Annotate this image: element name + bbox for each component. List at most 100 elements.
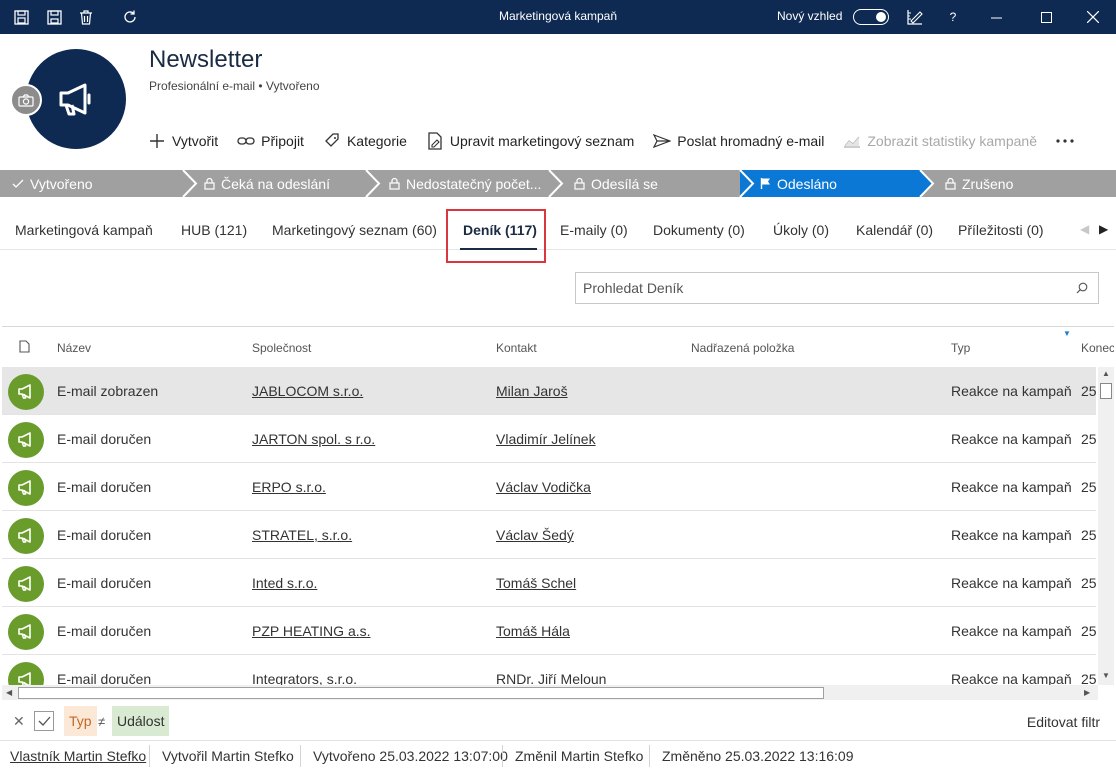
maximize-button[interactable]	[1035, 6, 1057, 28]
campaign-stats-button[interactable]: Zobrazit statistiky kampaně	[843, 132, 1037, 150]
tab-documents[interactable]: Dokumenty (0)	[653, 222, 745, 238]
category-button[interactable]: Kategorie	[323, 132, 407, 150]
stage-insufficient[interactable]: Nedostatečný počet...	[389, 170, 541, 197]
cell-contact-link[interactable]: Vladimír Jelínek	[496, 431, 596, 447]
toggle-knob	[876, 12, 886, 22]
campaign-response-icon	[8, 470, 44, 506]
cell-company-link[interactable]: STRATEL, s.r.o.	[252, 527, 352, 543]
save-icon[interactable]	[45, 8, 63, 26]
journal-grid: Název Společnost Kontakt Nadřazená polož…	[2, 326, 1114, 700]
table-row[interactable]: E-mail doručen ERPO s.r.o. Václav Vodičk…	[2, 463, 1097, 511]
new-look-toggle[interactable]	[853, 9, 889, 25]
created-date: Vytvořeno 25.03.2022 13:07:00	[313, 748, 508, 764]
close-button[interactable]	[1082, 6, 1104, 28]
search-input[interactable]	[576, 273, 1066, 303]
edit-marketing-list-button[interactable]: Upravit marketingový seznam	[426, 132, 634, 150]
grid-header: Název Společnost Kontakt Nadřazená polož…	[2, 327, 1114, 367]
new-look-label: Nový vzhled	[777, 9, 843, 23]
cell-name: E-mail doručen	[57, 431, 152, 447]
stage-cancelled[interactable]: Zrušeno	[945, 170, 1013, 197]
edit-marketing-list-label: Upravit marketingový seznam	[449, 133, 635, 149]
cell-company-link[interactable]: JABLOCOM s.r.o.	[252, 383, 363, 399]
vertical-scrollbar[interactable]: ▲ ▼	[1098, 367, 1114, 685]
scroll-up-icon[interactable]: ▲	[1102, 369, 1110, 378]
table-row[interactable]: E-mail doručen STRATEL, s.r.o. Václav Še…	[2, 511, 1097, 559]
scroll-right-icon[interactable]: ▶	[1084, 688, 1090, 697]
scroll-left-icon[interactable]: ◀	[6, 688, 12, 697]
cell-company-link[interactable]: ERPO s.r.o.	[252, 479, 326, 495]
cell-company-link[interactable]: PZP HEATING a.s.	[252, 623, 371, 639]
tab-marketing-list[interactable]: Marketingový seznam (60)	[272, 222, 437, 238]
campaign-response-icon	[8, 614, 44, 650]
tab-tasks[interactable]: Úkoly (0)	[773, 222, 829, 238]
stage-sent[interactable]: Odesláno	[760, 170, 837, 197]
tab-calendar[interactable]: Kalendář (0)	[856, 222, 933, 238]
tab-scroll-left-icon[interactable]: ◀	[1080, 222, 1089, 236]
horizontal-scrollbar[interactable]: ◀ ▶	[2, 685, 1098, 700]
tab-emails[interactable]: E-maily (0)	[560, 222, 628, 238]
table-row[interactable]: E-mail doručen JARTON spol. s r.o. Vladi…	[2, 415, 1097, 463]
created-by: Vytvořil Martin Stefko	[162, 748, 294, 764]
owner-link[interactable]: Vlastník Martin Stefko	[10, 748, 146, 764]
cell-end: 25	[1081, 431, 1097, 447]
send-mass-email-label: Poslat hromadný e-mail	[677, 133, 825, 149]
table-row[interactable]: E-mail doručen PZP HEATING a.s. Tomáš Há…	[2, 607, 1097, 655]
col-end[interactable]: Konec	[1081, 341, 1114, 355]
clear-filter-icon[interactable]: ✕	[13, 713, 25, 730]
send-icon	[653, 132, 672, 150]
filter-enabled-checkbox[interactable]	[34, 711, 54, 731]
vertical-scroll-thumb[interactable]	[1100, 383, 1112, 399]
cell-type: Reakce na kampaň	[951, 383, 1072, 399]
create-button[interactable]: Vytvořit	[148, 132, 218, 150]
cell-contact-link[interactable]: Tomáš Hála	[496, 623, 570, 639]
chart-icon	[843, 132, 861, 150]
cell-contact-link[interactable]: Milan Jaroš	[496, 383, 568, 399]
col-contact[interactable]: Kontakt	[496, 341, 537, 355]
cell-contact-link[interactable]: Václav Vodička	[496, 479, 591, 495]
col-type[interactable]: Typ	[951, 341, 970, 355]
table-row[interactable]: E-mail doručen Inted s.r.o. Tomáš Schel …	[2, 559, 1097, 607]
ruler-pen-icon[interactable]	[906, 8, 924, 26]
flag-icon	[760, 178, 770, 189]
cell-company-link[interactable]: JARTON spol. s r.o.	[252, 431, 375, 447]
minimize-button[interactable]	[985, 6, 1007, 28]
cell-contact-link[interactable]: Tomáš Schel	[496, 575, 576, 591]
delete-icon[interactable]	[77, 8, 95, 26]
stage-created[interactable]: Vytvořeno	[12, 170, 93, 197]
col-parent[interactable]: Nadřazená položka	[691, 341, 794, 355]
filter-operator: ≠	[98, 713, 106, 729]
tab-highlight-box	[446, 209, 546, 263]
tab-hub[interactable]: HUB (121)	[181, 222, 247, 238]
refresh-icon[interactable]	[121, 8, 139, 26]
cell-contact-link[interactable]: Václav Šedý	[496, 527, 574, 543]
category-label: Kategorie	[346, 133, 407, 149]
scroll-down-icon[interactable]: ▼	[1102, 671, 1110, 680]
col-company[interactable]: Společnost	[252, 341, 311, 355]
cell-type: Reakce na kampaň	[951, 431, 1072, 447]
cell-name: E-mail doručen	[57, 623, 152, 639]
save-close-icon[interactable]	[12, 8, 30, 26]
filter-field[interactable]: Typ	[64, 706, 97, 736]
cell-name: E-mail doručen	[57, 527, 152, 543]
campaign-response-icon	[8, 566, 44, 602]
tab-scroll-right-icon[interactable]: ▶	[1099, 222, 1108, 236]
change-photo-button[interactable]	[10, 84, 42, 116]
filter-value[interactable]: Událost	[112, 706, 170, 736]
cell-company-link[interactable]: Inted s.r.o.	[252, 575, 317, 591]
horizontal-scroll-thumb[interactable]	[18, 687, 824, 699]
stage-waiting[interactable]: Čeká na odeslání	[204, 170, 330, 197]
attach-button[interactable]: Připojit	[237, 132, 304, 150]
cell-end: 25	[1081, 479, 1097, 495]
cell-end: 25	[1081, 623, 1097, 639]
col-name[interactable]: Název	[57, 341, 91, 355]
tab-opportunities[interactable]: Příležitosti (0)	[958, 222, 1044, 238]
campaign-response-icon	[8, 374, 44, 410]
table-row[interactable]: E-mail zobrazen JABLOCOM s.r.o. Milan Ja…	[2, 367, 1097, 415]
help-button[interactable]: ?	[944, 8, 962, 26]
send-mass-email-button[interactable]: Poslat hromadný e-mail	[653, 132, 824, 150]
stage-sending[interactable]: Odesílá se	[574, 170, 658, 197]
tab-marketing-campaign[interactable]: Marketingová kampaň	[15, 222, 153, 238]
more-commands-button[interactable]	[1056, 139, 1074, 143]
edit-filter-link[interactable]: Editovat filtr	[1027, 714, 1100, 730]
search-icon[interactable]	[1076, 281, 1088, 297]
